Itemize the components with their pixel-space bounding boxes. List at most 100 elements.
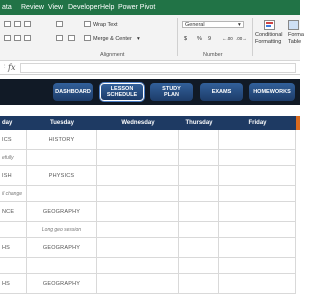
number-format-dropdown[interactable]: General ▾	[182, 21, 244, 28]
note-cell[interactable]	[97, 258, 179, 274]
conditional-formatting-label-1: Conditional	[255, 32, 283, 38]
ribbon-separator	[252, 18, 253, 56]
note-cell[interactable]	[97, 222, 179, 238]
currency-format-button[interactable]: $	[184, 36, 187, 42]
subject-cell[interactable]	[179, 166, 219, 186]
note-cell[interactable]: efully	[0, 150, 27, 166]
group-label-number: Number	[203, 52, 223, 58]
note-cell[interactable]	[219, 150, 296, 166]
note-cell[interactable]	[97, 186, 179, 202]
note-cell[interactable]: Long geo session	[27, 222, 97, 238]
orientation-icon[interactable]	[56, 21, 63, 27]
note-cell[interactable]	[219, 258, 296, 274]
nav-study-plan-button[interactable]: STUDY PLAN	[150, 83, 193, 101]
subject-cell[interactable]	[179, 238, 219, 258]
note-cell[interactable]	[27, 258, 97, 274]
ribbon-tab-help[interactable]: Help	[100, 4, 114, 11]
decrease-indent-icon[interactable]	[56, 35, 63, 41]
subject-cell[interactable]	[219, 238, 296, 258]
ribbon-tab-strip: ata Review View Developer Help Power Piv…	[0, 0, 300, 15]
align-top-icon[interactable]	[4, 21, 11, 27]
ribbon-separator	[177, 18, 178, 56]
header-thursday: Thursday	[179, 116, 219, 130]
note-cell[interactable]	[27, 186, 97, 202]
note-cell[interactable]	[27, 150, 97, 166]
align-bottom-icon[interactable]	[24, 21, 31, 27]
subject-cell[interactable]	[219, 130, 296, 150]
decrease-decimal-button[interactable]: .00→	[236, 36, 247, 41]
nav-homeworks-button[interactable]: HOMEWORKS	[249, 83, 295, 101]
note-cell[interactable]	[179, 222, 219, 238]
number-format-value: General	[185, 22, 205, 28]
note-cell[interactable]	[97, 150, 179, 166]
nav-dashboard-button[interactable]: DASHBOARD	[53, 83, 93, 101]
align-center-icon[interactable]	[14, 35, 21, 41]
subject-cell[interactable]: NCE	[0, 202, 27, 222]
merge-dropdown-chevron-icon[interactable]: ▾	[137, 36, 140, 42]
formula-input[interactable]	[20, 63, 296, 73]
subject-cell[interactable]	[97, 202, 179, 222]
subject-cell[interactable]	[179, 274, 219, 294]
note-cell[interactable]	[219, 222, 296, 238]
header-tuesday: Tuesday	[27, 116, 97, 130]
header-friday: Friday	[219, 116, 296, 130]
note-cell[interactable]	[179, 258, 219, 274]
sheet-spacer	[0, 105, 300, 116]
subject-cell[interactable]: ICS	[0, 130, 27, 150]
align-middle-icon[interactable]	[14, 21, 21, 27]
subject-cell[interactable]: ISH	[0, 166, 27, 186]
subject-cell[interactable]	[97, 238, 179, 258]
note-cell[interactable]	[0, 222, 27, 238]
subject-cell[interactable]: PHYSICS	[27, 166, 97, 186]
subject-cell[interactable]: HISTORY	[27, 130, 97, 150]
ribbon-tab-view[interactable]: View	[48, 4, 63, 11]
chevron-down-icon: ▾	[238, 22, 241, 28]
navigation-band: DASHBOARD LESSON SCHEDULE STUDY PLAN EXA…	[0, 79, 300, 105]
increase-decimal-button[interactable]: ←.00	[222, 36, 233, 41]
formula-bar: ⋮ fx	[0, 61, 300, 75]
increase-indent-icon[interactable]	[68, 35, 75, 41]
subject-cell[interactable]	[97, 274, 179, 294]
ribbon-tab-developer[interactable]: Developer	[68, 4, 100, 11]
subject-cell[interactable]	[179, 130, 219, 150]
format-as-table-icon	[288, 20, 299, 30]
subject-cell[interactable]	[219, 274, 296, 294]
wrap-text-icon[interactable]	[84, 21, 91, 27]
fx-icon[interactable]: fx	[8, 63, 15, 72]
ribbon-tab-review[interactable]: Review	[21, 4, 44, 11]
subject-cell[interactable]: HS	[0, 238, 27, 258]
subject-cell[interactable]	[219, 166, 296, 186]
conditional-formatting-button[interactable]: Conditional Formatting	[255, 18, 285, 52]
subject-cell[interactable]: GEOGRAPHY	[27, 238, 97, 258]
note-cell[interactable]	[179, 150, 219, 166]
align-right-icon[interactable]	[24, 35, 31, 41]
nav-exams-button[interactable]: EXAMS	[200, 83, 243, 101]
ribbon-tab-data[interactable]: ata	[2, 4, 12, 11]
header-accent	[296, 116, 300, 130]
subject-cell[interactable]: HS	[0, 274, 27, 294]
subject-cell[interactable]: GEOGRAPHY	[27, 202, 97, 222]
header-wednesday: Wednesday	[97, 116, 179, 130]
nav-lesson-schedule-button[interactable]: LESSON SCHEDULE	[100, 83, 144, 101]
align-left-icon[interactable]	[4, 35, 11, 41]
ribbon: Wrap Text Merge & Center ▾ Alignment Gen…	[0, 15, 304, 61]
formula-bar-menu-icon[interactable]: ⋮	[2, 64, 8, 70]
note-cell[interactable]	[179, 186, 219, 202]
subject-cell[interactable]: GEOGRAPHY	[27, 274, 97, 294]
format-as-table-button[interactable]: Forma Table	[287, 18, 304, 52]
subject-cell[interactable]	[97, 130, 179, 150]
wrap-text-button[interactable]: Wrap Text	[93, 22, 118, 28]
merge-center-icon[interactable]	[84, 35, 91, 41]
format-as-table-label-2: Table	[288, 39, 302, 45]
note-cell[interactable]	[0, 258, 27, 274]
format-as-table-label-1: Forma	[288, 32, 304, 38]
ribbon-tab-power-pivot[interactable]: Power Pivot	[118, 4, 155, 11]
subject-cell[interactable]	[179, 202, 219, 222]
merge-center-button[interactable]: Merge & Center	[93, 36, 132, 42]
subject-cell[interactable]	[97, 166, 179, 186]
subject-cell[interactable]	[219, 202, 296, 222]
comma-style-button[interactable]: 9	[208, 36, 211, 42]
note-cell[interactable]: il change	[0, 186, 27, 202]
percent-style-button[interactable]: %	[197, 36, 202, 42]
note-cell[interactable]	[219, 186, 296, 202]
